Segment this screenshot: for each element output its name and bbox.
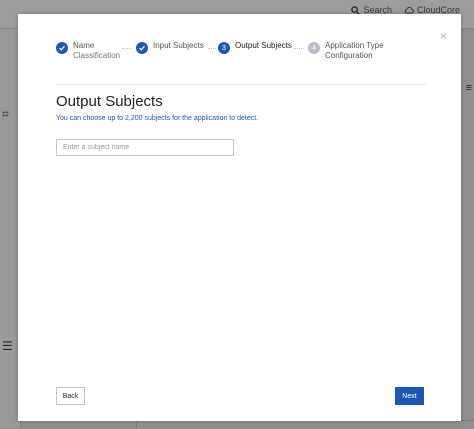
header-divider (56, 84, 426, 85)
check-icon (56, 42, 68, 54)
grid-icon: ⌗ (2, 107, 9, 121)
step-label: Name Classification (73, 41, 120, 61)
wizard-modal: × Name Classification Input Subjects 3 O… (18, 14, 461, 421)
step-number: 3 (218, 42, 230, 54)
step-name-classification[interactable]: Name Classification (56, 41, 120, 61)
step-subtitle: Classification (73, 51, 121, 60)
menu-icon: ≡ (465, 82, 472, 94)
step-connector (208, 48, 216, 49)
page-subtitle: You can choose up to 2,200 subjects for … (56, 115, 259, 122)
step-application-type[interactable]: 4 Application Type Configuration (308, 41, 426, 61)
step-title: Application Type Configuration (325, 41, 384, 60)
cloud-icon (404, 7, 414, 14)
close-icon[interactable]: × (440, 30, 447, 42)
list-icon: ☰ (2, 339, 13, 353)
page-title: Output Subjects (56, 93, 163, 110)
subject-name-input[interactable] (56, 139, 234, 156)
step-title: Output Subjects (235, 41, 292, 50)
next-button[interactable]: Next (395, 387, 424, 405)
step-number: 4 (308, 42, 320, 54)
step-output-subjects[interactable]: 3 Output Subjects (218, 41, 292, 54)
step-connector (294, 48, 304, 49)
step-title: Input Subjects (153, 41, 204, 50)
step-input-subjects[interactable]: Input Subjects (136, 41, 204, 54)
step-connector (122, 48, 132, 49)
wizard-stepper: Name Classification Input Subjects 3 Out… (56, 41, 426, 81)
check-icon (136, 42, 148, 54)
step-title: Name (73, 41, 95, 50)
back-button[interactable]: Back (56, 387, 85, 405)
